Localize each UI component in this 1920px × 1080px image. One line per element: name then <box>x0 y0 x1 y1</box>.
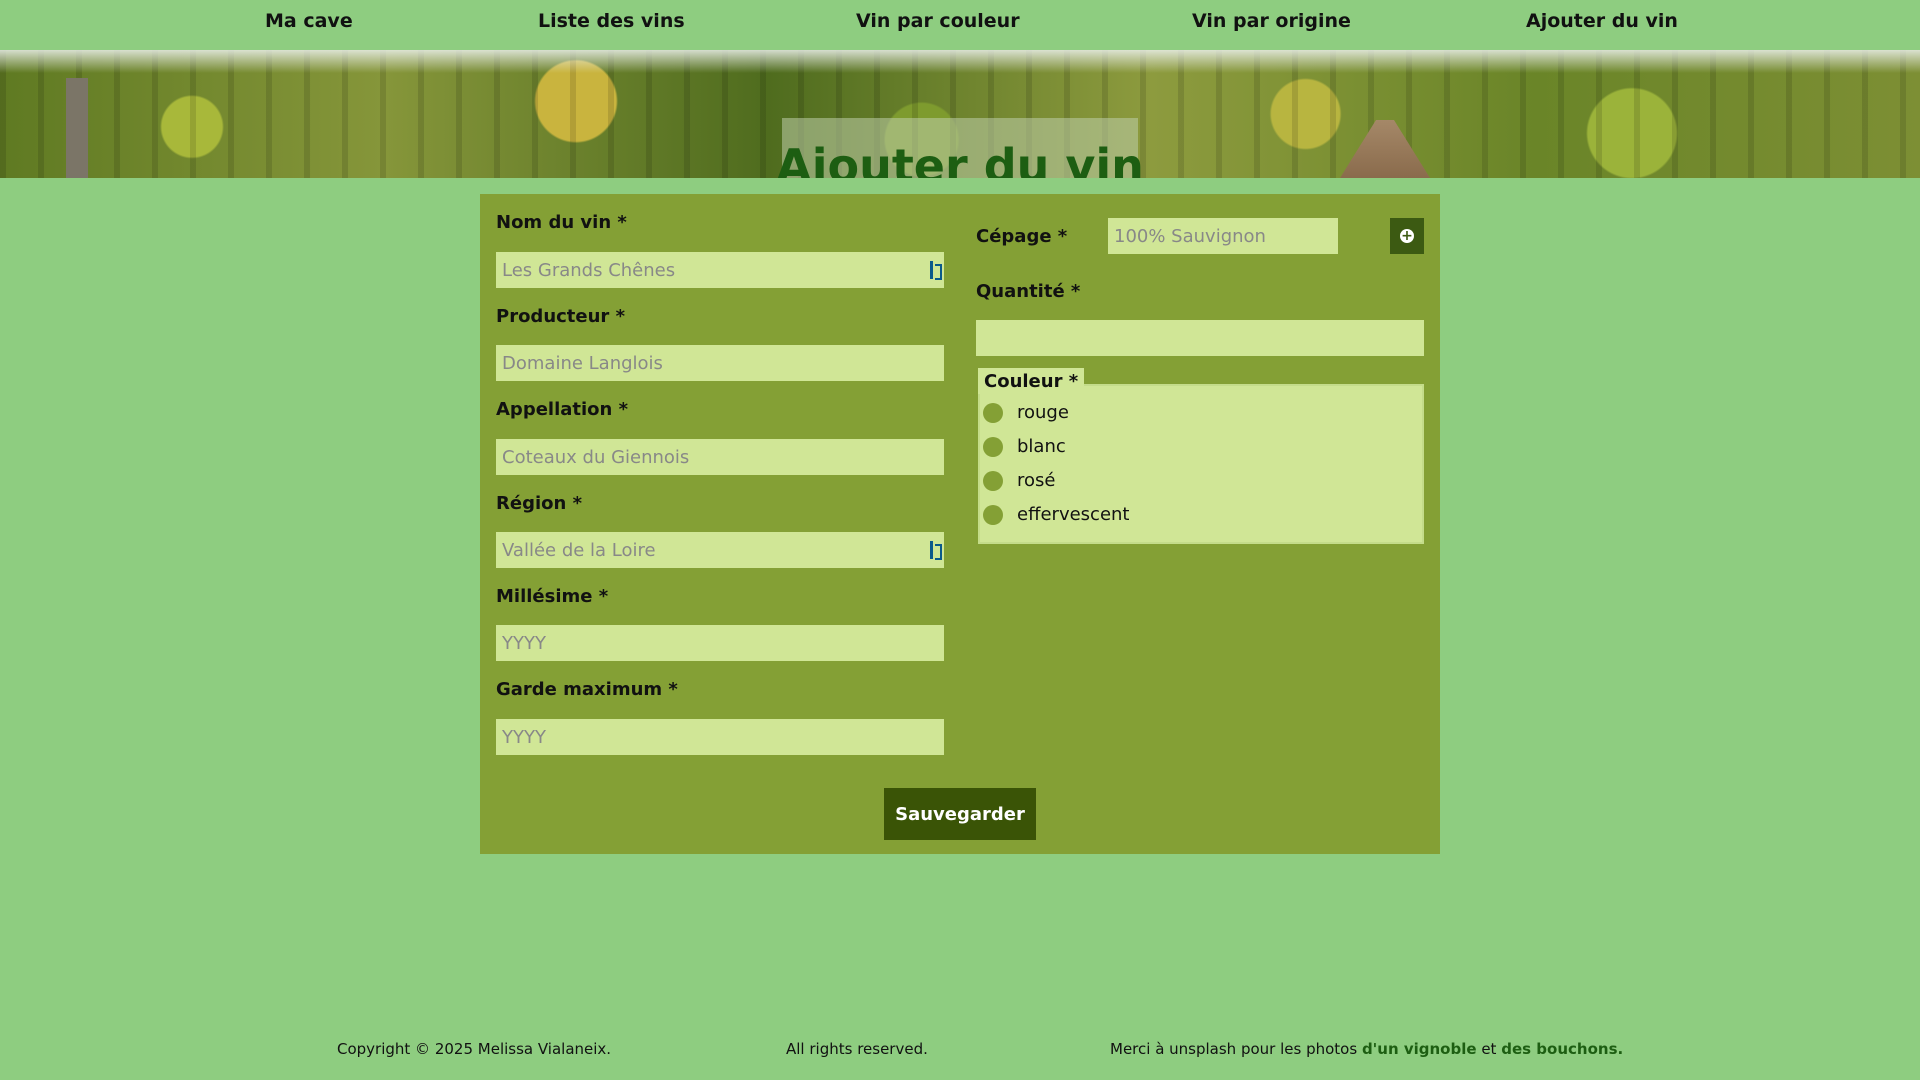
plus-icon: + <box>1400 228 1414 244</box>
banner-path <box>1340 120 1430 178</box>
datalist-icon[interactable] <box>930 261 942 280</box>
radio-rose[interactable]: rosé <box>983 470 1055 491</box>
label-millesime: Millésime * <box>496 586 609 607</box>
nav-vin-par-couleur[interactable]: Vin par couleur <box>856 10 1020 32</box>
millesime-placeholder: YYYY <box>502 632 546 654</box>
label-producteur: Producteur * <box>496 306 625 327</box>
producteur-placeholder: Domaine Langlois <box>502 352 663 374</box>
footer-thanks: Merci à unsplash pour les photos d'un vi… <box>1110 1040 1623 1058</box>
radio-label-rouge: rouge <box>1017 402 1069 423</box>
label-nom: Nom du vin * <box>496 212 627 233</box>
region-input[interactable]: Vallée de la Loire <box>496 532 944 568</box>
label-garde: Garde maximum * <box>496 679 678 700</box>
banner-post <box>66 78 88 178</box>
add-wine-form: Nom du vin * Les Grands Chênes Producteu… <box>480 194 1440 854</box>
top-navigation: Ma cave Liste des vins Vin par couleur V… <box>0 0 1920 50</box>
footer-rights: All rights reserved. <box>786 1040 928 1058</box>
radio-button[interactable] <box>983 470 1003 491</box>
nav-vin-par-origine[interactable]: Vin par origine <box>1192 10 1351 32</box>
nav-ajouter-du-vin[interactable]: Ajouter du vin <box>1526 10 1678 32</box>
label-quantite: Quantité * <box>976 281 1081 302</box>
appellation-placeholder: Coteaux du Giennois <box>502 446 690 468</box>
radio-button[interactable] <box>983 402 1003 423</box>
nom-input[interactable]: Les Grands Chênes <box>496 252 944 288</box>
garde-input[interactable]: YYYY <box>496 719 944 755</box>
radio-button[interactable] <box>983 504 1003 525</box>
datalist-icon[interactable] <box>930 541 942 560</box>
banner-title-box: Ajouter du vin <box>776 118 1144 178</box>
millesime-input[interactable]: YYYY <box>496 625 944 661</box>
footer-et: et <box>1481 1040 1497 1058</box>
label-cepage: Cépage * <box>976 226 1068 247</box>
link-bouchons[interactable]: des bouchons. <box>1501 1040 1623 1058</box>
footer-copyright: Copyright © 2025 Melissa Vialaneix. <box>337 1040 612 1058</box>
nom-placeholder: Les Grands Chênes <box>502 259 676 281</box>
radio-button[interactable] <box>983 436 1003 457</box>
footer-thanks-prefix: Merci à unsplash pour les photos <box>1110 1040 1358 1058</box>
label-appellation: Appellation * <box>496 399 629 420</box>
radio-label-effervescent: effervescent <box>1017 504 1130 525</box>
vineyard-banner: Ajouter du vin <box>0 50 1920 178</box>
quantite-input[interactable] <box>976 320 1424 356</box>
appellation-input[interactable]: Coteaux du Giennois <box>496 439 944 475</box>
couleur-legend: Couleur * <box>978 368 1085 394</box>
radio-blanc[interactable]: blanc <box>983 436 1066 457</box>
add-cepage-button[interactable]: + <box>1390 218 1424 254</box>
radio-label-rose: rosé <box>1017 470 1056 491</box>
cepage-placeholder: 100% Sauvignon <box>1114 225 1266 247</box>
region-placeholder: Vallée de la Loire <box>502 539 656 561</box>
radio-effervescent[interactable]: effervescent <box>983 504 1130 525</box>
producteur-input[interactable]: Domaine Langlois <box>496 345 944 381</box>
garde-placeholder: YYYY <box>502 726 546 748</box>
save-button[interactable]: Sauvegarder <box>884 788 1036 840</box>
radio-rouge[interactable]: rouge <box>983 402 1069 423</box>
cepage-input[interactable]: 100% Sauvignon <box>1108 218 1338 254</box>
link-vignoble[interactable]: d'un vignoble <box>1362 1040 1477 1058</box>
nav-ma-cave[interactable]: Ma cave <box>265 10 353 32</box>
nav-liste-des-vins[interactable]: Liste des vins <box>538 10 685 32</box>
label-region: Région * <box>496 493 582 514</box>
radio-label-blanc: blanc <box>1017 436 1066 457</box>
page-title: Ajouter du vin <box>776 139 1144 178</box>
